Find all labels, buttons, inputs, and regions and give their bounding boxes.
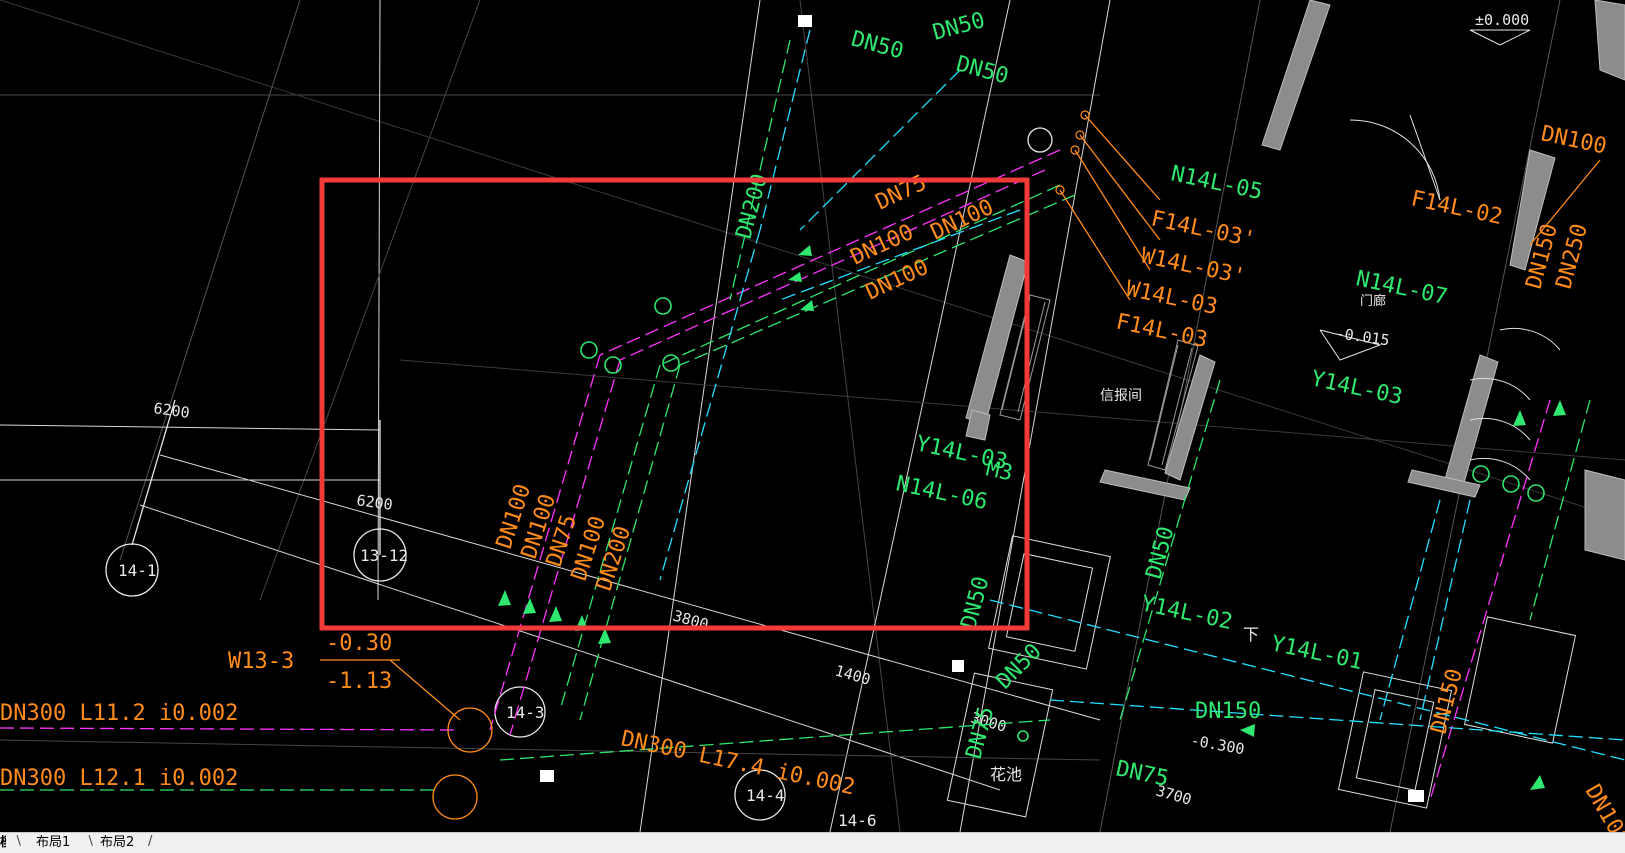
pipe-run-3: DN300 L17.4 i0.002 bbox=[619, 726, 857, 800]
room-label-porch: 门廊 bbox=[1360, 293, 1386, 309]
dim-6200-b: 6200 bbox=[355, 491, 393, 514]
tag-y14l-01: Y14L-01 bbox=[1269, 631, 1365, 675]
label-dn50-top-a: DN50 bbox=[848, 27, 906, 65]
dim-1400: 1400 bbox=[833, 662, 873, 689]
elev-neg-1-13: -1.13 bbox=[326, 669, 392, 694]
tag-f14l-02: F14L-02 bbox=[1409, 186, 1505, 230]
tag-y14l-03: Y14L-03 bbox=[1309, 366, 1405, 410]
cad-drawing-canvas[interactable]: 14-1 13-12 14-3 14-4 14-6 6200 6200 3800… bbox=[0, 0, 1625, 850]
tab-layout1[interactable]: 布局1 bbox=[32, 835, 74, 851]
tab-separator: ∖ bbox=[86, 834, 95, 849]
room-label-planter: 花池 bbox=[990, 765, 1022, 784]
tag-n14l-05: N14L-05 bbox=[1169, 161, 1265, 205]
green-pipes bbox=[0, 39, 1591, 791]
layout-tab-bar: 模型 ∖ 布局1 ∖ 布局2 / bbox=[0, 832, 1625, 853]
riser-dots-orange bbox=[1055, 110, 1090, 195]
elev-neg-0-015: -0.015 bbox=[1334, 324, 1390, 349]
tab-layout2[interactable]: 布局2 bbox=[96, 835, 138, 851]
plumbing-plan-drawing[interactable]: 14-1 13-12 14-3 14-4 14-6 6200 6200 3800… bbox=[0, 0, 1625, 850]
room-label-mail: 信报间 bbox=[1100, 388, 1142, 404]
tag-y14l-02: Y14L-02 bbox=[1139, 591, 1235, 635]
elev-neg-0-300: -0.300 bbox=[1189, 731, 1245, 758]
elev-000: ±0.000 bbox=[1475, 11, 1529, 29]
elev-neg-0-30: -0.30 bbox=[326, 631, 392, 656]
tab-separator: / bbox=[148, 834, 153, 849]
tab-model[interactable]: 模型 bbox=[0, 835, 6, 851]
label-dn50-top-c: DN50 bbox=[953, 52, 1011, 90]
pipe-run-1: DN300 L11.2 i0.002 bbox=[0, 701, 238, 726]
tag-n14l-06: N14L-06 bbox=[894, 471, 990, 515]
dim-6200-a: 6200 bbox=[152, 399, 190, 422]
orange-labels: DN300 L11.2 i0.002 DN300 L12.1 i0.002 DN… bbox=[0, 121, 1625, 850]
axis-label-13-12: 13-12 bbox=[360, 546, 408, 565]
axis-label-14-6: 14-6 bbox=[838, 811, 877, 830]
label-dn150-mid: DN150 bbox=[1195, 699, 1261, 724]
riser-circles-green bbox=[580, 297, 1545, 742]
label-dn75-top: DN75 bbox=[872, 170, 931, 215]
well-tag: W13-3 bbox=[228, 649, 294, 674]
axis-label-14-3: 14-3 bbox=[506, 703, 545, 722]
pipe-run-2: DN300 L12.1 i0.002 bbox=[0, 766, 238, 791]
label-dn50-right: DN50 bbox=[1142, 524, 1180, 582]
label-dn100-corner: DN100 bbox=[1580, 781, 1625, 833]
label-dn50-diag: DN50 bbox=[992, 639, 1047, 694]
tag-f14l-03p: F14L-03' bbox=[1149, 206, 1258, 252]
tab-separator: ∖ bbox=[14, 834, 23, 849]
axis-label-14-4: 14-4 bbox=[746, 786, 785, 805]
label-dn100-right: DN100 bbox=[1539, 121, 1609, 159]
label-dn75-bottom: DN75 bbox=[1114, 756, 1171, 791]
down-stair-mark: 下 bbox=[1243, 625, 1259, 644]
label-dn100-b: DN100 bbox=[927, 195, 998, 246]
label-dn50-mid: DN50 bbox=[957, 574, 995, 632]
label-dn50-top-b: DN50 bbox=[930, 8, 988, 46]
label-dn150-lower: DN150 bbox=[1427, 666, 1468, 736]
door-mark-m3: M3 bbox=[984, 456, 1015, 486]
axis-label-14-1: 14-1 bbox=[118, 561, 157, 580]
